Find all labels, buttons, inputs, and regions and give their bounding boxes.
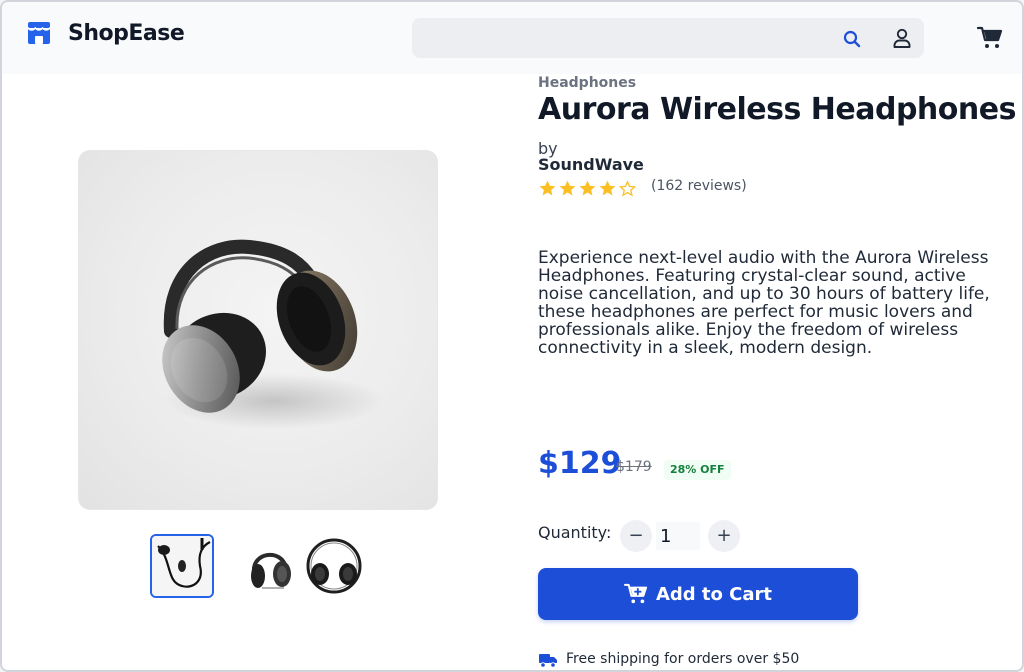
headphones-side-thumbnail <box>251 552 291 589</box>
logo[interactable]: ShopEase <box>26 20 185 46</box>
add-to-cart-label: Add to Cart <box>655 583 773 605</box>
quantity-input[interactable] <box>656 522 700 550</box>
page-frame: ShopEase Headphones Aurora Wireless Head… <box>0 0 1024 672</box>
product-description: Experience next-level audio with the Aur… <box>538 248 990 358</box>
quantity-decrease-button[interactable]: − <box>620 520 652 552</box>
product-category[interactable]: Headphones <box>538 75 636 91</box>
quantity-increase-button[interactable]: + <box>708 520 740 552</box>
product-title: Aurora Wireless Headphones <box>538 92 1016 127</box>
store-icon <box>27 22 51 44</box>
original-price: $179 <box>616 459 652 475</box>
search-icon[interactable] <box>842 29 862 49</box>
quantity-label: Quantity: <box>538 523 612 542</box>
headphones-top-thumbnail <box>306 538 362 594</box>
discount-badge: 28% OFF <box>664 460 731 480</box>
site-header: ShopEase <box>2 2 1022 74</box>
headphones-image <box>162 239 384 429</box>
thumbnail-1[interactable] <box>150 534 214 598</box>
review-count[interactable]: (162 reviews) <box>651 178 747 194</box>
star-filled-icon <box>579 180 596 196</box>
rating-stars <box>538 179 638 198</box>
earphones-thumbnail <box>152 536 212 596</box>
star-filled-icon <box>559 180 576 196</box>
product-brand[interactable]: SoundWave <box>538 155 644 174</box>
user-icon[interactable] <box>890 26 914 50</box>
current-price: $129 <box>538 446 622 481</box>
cart-plus-icon <box>623 583 648 604</box>
cart-icon[interactable] <box>977 26 1003 50</box>
product-main-image[interactable] <box>78 150 438 510</box>
truck-icon <box>539 654 557 668</box>
shipping-info: Free shipping for orders over $50 <box>566 651 800 667</box>
thumbnail-3[interactable] <box>302 534 366 598</box>
thumbnail-2[interactable] <box>238 534 302 598</box>
star-filled-icon <box>539 180 556 196</box>
brand-name: ShopEase <box>68 20 185 46</box>
star-empty-icon <box>618 180 637 197</box>
star-filled-icon <box>599 180 616 196</box>
search-input[interactable] <box>412 18 832 58</box>
add-to-cart-button[interactable]: Add to Cart <box>538 568 858 620</box>
